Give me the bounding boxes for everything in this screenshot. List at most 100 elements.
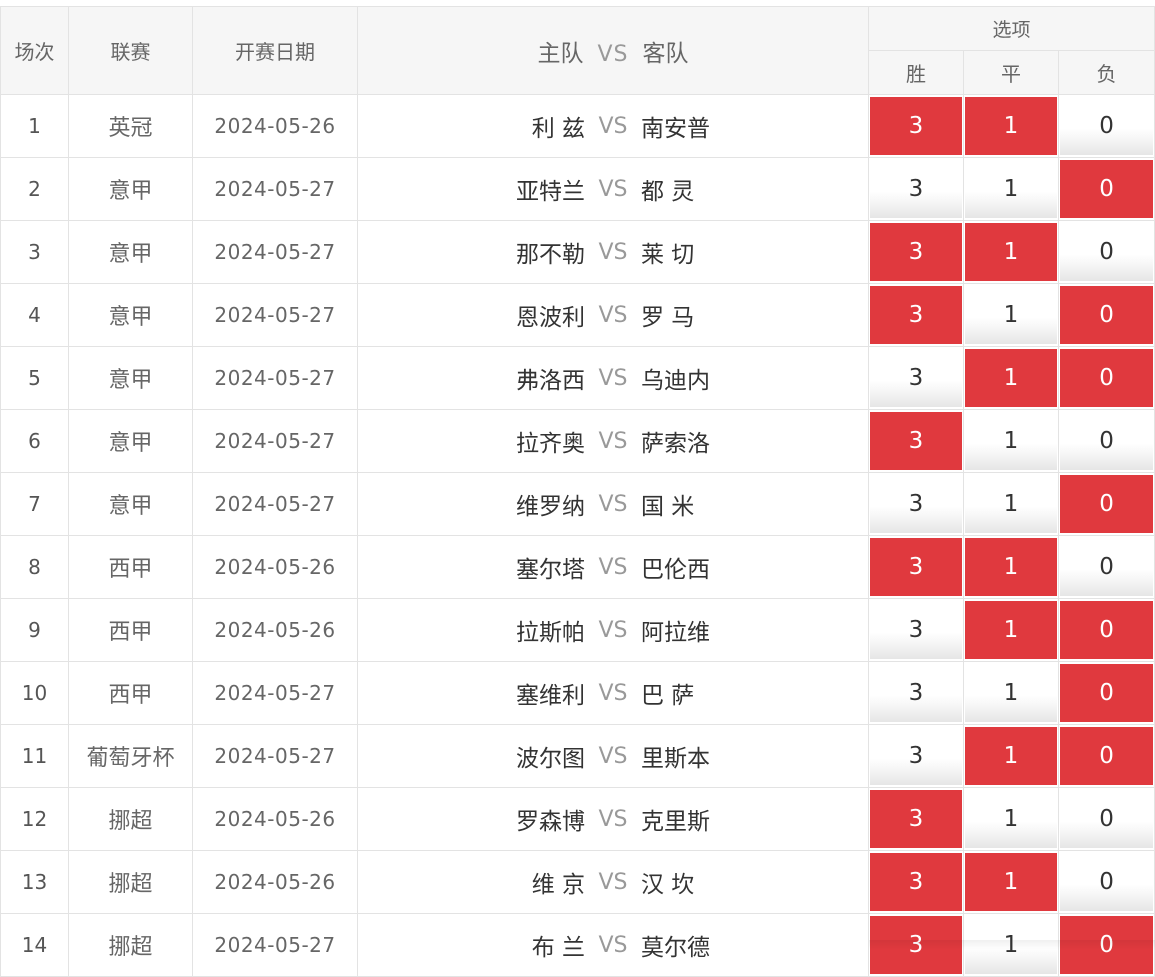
- header-home: 主队: [537, 40, 584, 67]
- option-win-button[interactable]: 3: [870, 601, 962, 659]
- table-header: 场次 联赛 开赛日期 主队 VS 客队 选项 胜 平 负: [0, 6, 1155, 95]
- option-lose-cell: 0: [1057, 157, 1155, 221]
- away-team: 汉 坎: [641, 872, 695, 898]
- option-win-button[interactable]: 3: [870, 475, 962, 533]
- option-lose-button[interactable]: 0: [1060, 160, 1154, 218]
- row-match: 布 兰 VS 莫尔德: [357, 913, 869, 977]
- away-team: 里斯本: [641, 746, 710, 772]
- match-selection-table-container: 场次 联赛 开赛日期 主队 VS 客队 选项 胜 平 负 1 英冠 2024-05-26…: [0, 6, 1155, 977]
- option-win-button[interactable]: 3: [870, 538, 962, 596]
- option-draw-button[interactable]: 1: [965, 286, 1057, 344]
- option-lose-cell: 0: [1057, 724, 1155, 788]
- option-draw-button[interactable]: 1: [965, 475, 1057, 533]
- option-win-button[interactable]: 3: [870, 160, 962, 218]
- away-team: 国 米: [641, 494, 695, 520]
- home-team: 那不勒: [516, 242, 585, 268]
- row-date: 2024-05-26: [192, 535, 358, 599]
- header-option-lose: 负: [1057, 50, 1155, 95]
- option-draw-button[interactable]: 1: [965, 412, 1057, 470]
- away-team: 阿拉维: [641, 620, 710, 646]
- option-win-cell: 3: [868, 472, 964, 536]
- option-win-button[interactable]: 3: [870, 97, 962, 155]
- row-league: 西甲: [68, 661, 193, 725]
- option-draw-button[interactable]: 1: [965, 97, 1057, 155]
- home-team: 塞维利: [516, 683, 585, 709]
- row-index: 14: [0, 913, 69, 977]
- row-league: 挪超: [68, 787, 193, 851]
- option-draw-button[interactable]: 1: [965, 790, 1057, 848]
- option-win-button[interactable]: 3: [870, 412, 962, 470]
- row-date: 2024-05-27: [192, 472, 358, 536]
- row-date: 2024-05-27: [192, 283, 358, 347]
- option-lose-cell: 0: [1057, 472, 1155, 536]
- row-league: 意甲: [68, 472, 193, 536]
- option-lose-button[interactable]: 0: [1060, 412, 1154, 470]
- option-win-cell: 3: [868, 283, 964, 347]
- home-team: 布 兰: [531, 935, 585, 961]
- row-match: 维 京 VS 汉 坎: [357, 850, 869, 914]
- home-team: 维罗纳: [516, 494, 585, 520]
- option-lose-button[interactable]: 0: [1060, 97, 1154, 155]
- home-team: 拉斯帕: [516, 620, 585, 646]
- table-row: 9 西甲 2024-05-26 拉斯帕 VS 阿拉维 3 1 0: [0, 598, 1155, 662]
- table-row: 11 葡萄牙杯 2024-05-27 波尔图 VS 里斯本 3 1 0: [0, 724, 1155, 788]
- option-lose-button[interactable]: 0: [1060, 538, 1154, 596]
- match-selection-table: 场次 联赛 开赛日期 主队 VS 客队 选项 胜 平 负 1 英冠 2024-05-26…: [0, 6, 1155, 977]
- row-league: 意甲: [68, 220, 193, 284]
- option-draw-cell: 1: [963, 346, 1059, 410]
- option-draw-button[interactable]: 1: [965, 853, 1057, 911]
- option-lose-button[interactable]: 0: [1060, 349, 1154, 407]
- vs-label: VS: [598, 428, 628, 454]
- row-index: 7: [0, 472, 69, 536]
- row-league: 挪超: [68, 850, 193, 914]
- vs-label: VS: [598, 869, 628, 895]
- table-row: 10 西甲 2024-05-27 塞维利 VS 巴 萨310: [0, 661, 1155, 725]
- vs-label: VS: [598, 554, 628, 580]
- row-match: 拉齐奥 VS 萨索洛: [357, 409, 869, 473]
- table-row: 13 挪超 2024-05-26 维 京 VS 汉 坎 310: [0, 850, 1155, 914]
- vs-label: VS: [598, 302, 628, 328]
- away-team: 巴伦西: [641, 557, 710, 583]
- option-win-cell: 3: [868, 157, 964, 221]
- option-lose-button[interactable]: 0: [1060, 601, 1154, 659]
- option-draw-button[interactable]: 1: [965, 664, 1057, 722]
- option-draw-button[interactable]: 1: [965, 223, 1057, 281]
- option-win-button[interactable]: 3: [870, 664, 962, 722]
- row-date: 2024-05-27: [192, 409, 358, 473]
- table-row: 8 西甲 2024-05-26 塞尔塔 VS 巴伦西 3 1 0: [0, 535, 1155, 599]
- option-draw-button[interactable]: 1: [965, 601, 1057, 659]
- option-lose-button[interactable]: 0: [1060, 853, 1154, 911]
- home-team: 维 京: [531, 872, 585, 898]
- row-league: 西甲: [68, 535, 193, 599]
- row-match: 维罗纳 VS 国 米: [357, 472, 869, 536]
- option-lose-button[interactable]: 0: [1060, 223, 1154, 281]
- away-team: 罗 马: [641, 305, 695, 331]
- option-lose-button[interactable]: 0: [1060, 790, 1154, 848]
- vs-label: VS: [598, 239, 628, 265]
- option-lose-button[interactable]: 0: [1060, 727, 1154, 785]
- row-match: 罗森博 VS 克里斯: [357, 787, 869, 851]
- option-win-button[interactable]: 3: [870, 286, 962, 344]
- row-league: 意甲: [68, 283, 193, 347]
- row-date: 2024-05-27: [192, 157, 358, 221]
- option-draw-cell: 1: [963, 598, 1059, 662]
- option-win-cell: 3: [868, 346, 964, 410]
- option-lose-button[interactable]: 0: [1060, 286, 1154, 344]
- option-draw-button[interactable]: 1: [965, 727, 1057, 785]
- option-draw-button[interactable]: 1: [965, 160, 1057, 218]
- option-lose-button[interactable]: 0: [1060, 475, 1154, 533]
- option-lose-button[interactable]: 0: [1060, 664, 1154, 722]
- option-win-cell: 3: [868, 598, 964, 662]
- option-lose-cell: 0: [1057, 220, 1155, 284]
- option-win-button[interactable]: 3: [870, 223, 962, 281]
- option-draw-button[interactable]: 1: [965, 349, 1057, 407]
- option-win-button[interactable]: 3: [870, 727, 962, 785]
- option-win-button[interactable]: 3: [870, 790, 962, 848]
- row-match: 那不勒 VS 莱 切: [357, 220, 869, 284]
- option-win-button[interactable]: 3: [870, 349, 962, 407]
- header-league: 联赛: [68, 6, 193, 95]
- option-draw-button[interactable]: 1: [965, 538, 1057, 596]
- away-team: 巴 萨: [641, 683, 695, 709]
- option-win-button[interactable]: 3: [870, 853, 962, 911]
- away-team: 莫尔德: [641, 935, 710, 961]
